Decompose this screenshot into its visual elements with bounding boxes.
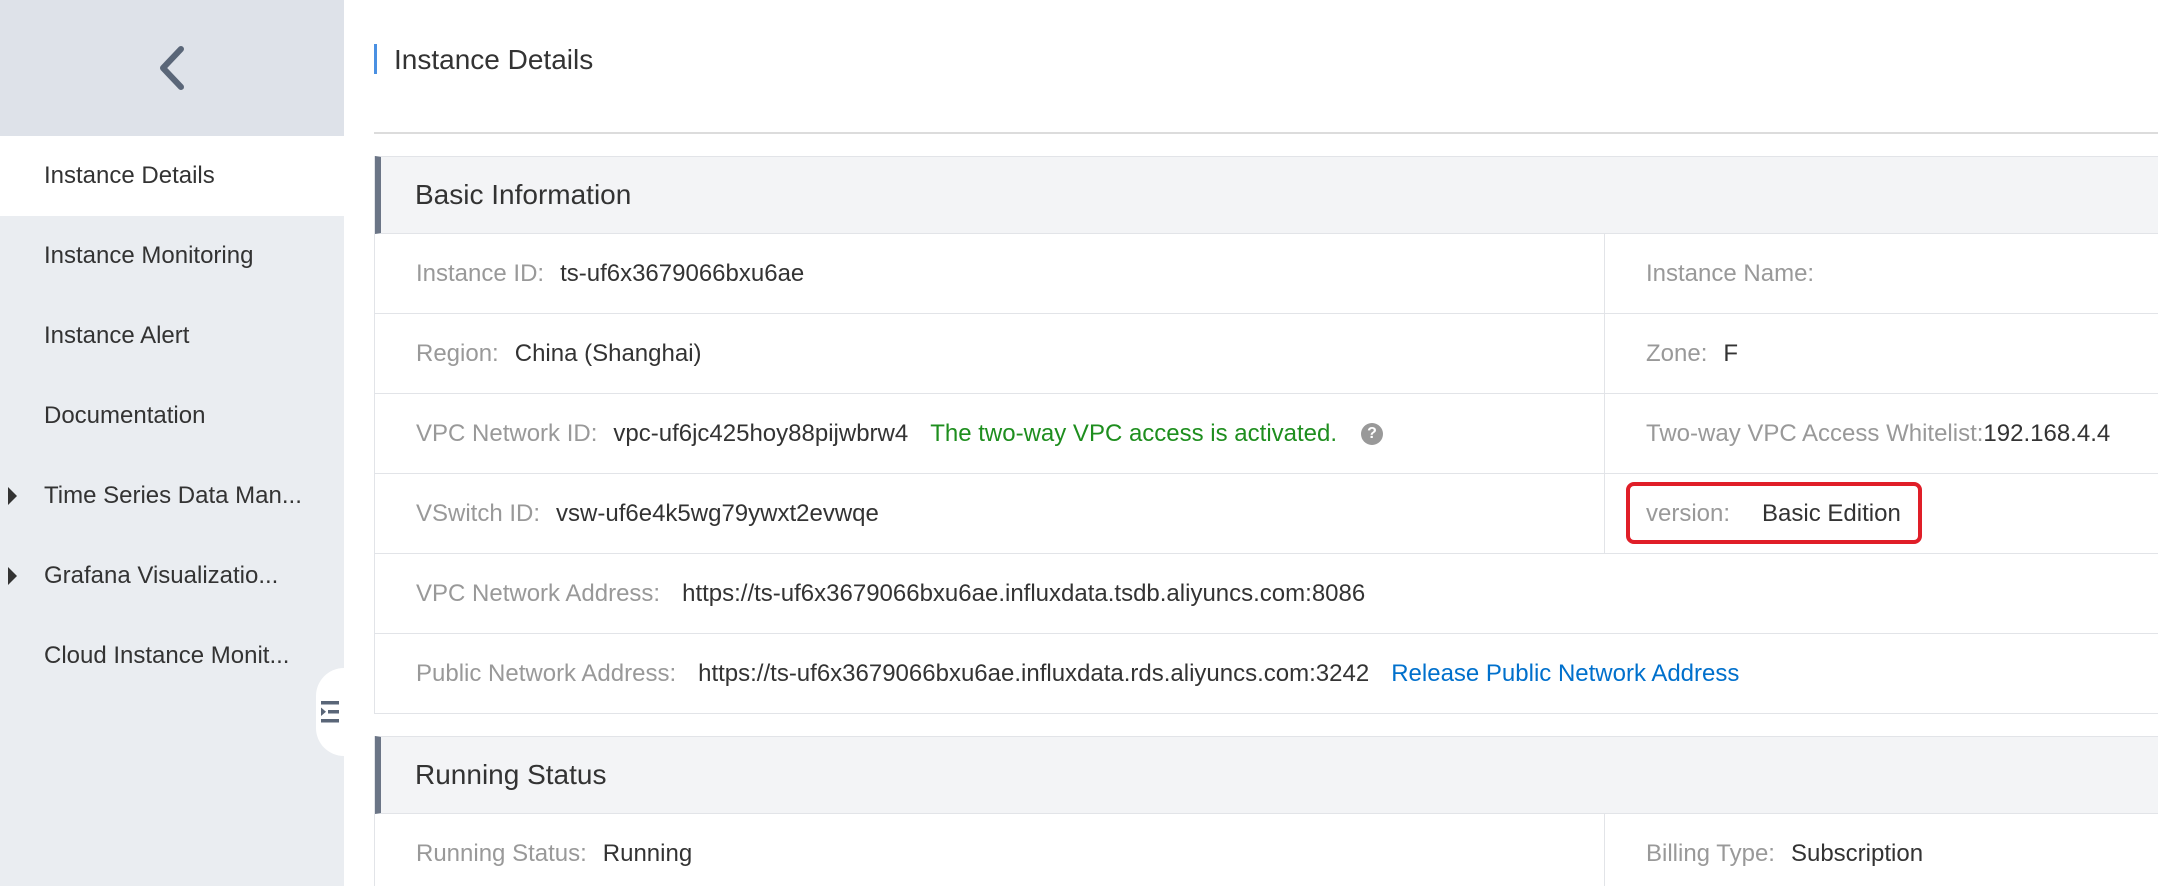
info-row: VSwitch ID: vsw-uf6e4k5wg79ywxt2evwqe ve… <box>375 474 2158 554</box>
sidebar-item-label: Instance Alert <box>44 322 190 349</box>
zone-value: F <box>1723 339 1739 367</box>
sidebar-item-documentation[interactable]: Documentation <box>0 376 344 456</box>
section-title: Basic Information <box>375 156 2158 234</box>
page-header: Instance Details <box>374 0 2158 134</box>
region-value: China (Shanghai) <box>514 339 702 367</box>
vpc-network-id-value: vpc-uf6jc425hoy88pijwbrw4 <box>613 419 909 447</box>
collapse-sidebar-button[interactable] <box>316 668 344 756</box>
running-status-section: Running Status Running Status: Running B… <box>374 736 2158 886</box>
instance-name-label: Instance Name: <box>1646 259 1815 287</box>
back-button[interactable] <box>0 0 344 136</box>
vpc-address-value: https://ts-uf6x3679066bxu6ae.influxdata.… <box>682 579 1366 607</box>
collapse-sidebar-icon <box>321 701 339 723</box>
basic-information-section: Basic Information Instance ID: ts-uf6x36… <box>374 156 2158 714</box>
running-status-label: Running Status: <box>416 839 587 867</box>
public-address-label: Public Network Address: <box>416 659 677 687</box>
version-highlight-box <box>1626 482 1922 544</box>
sidebar-item-label: Documentation <box>44 402 206 429</box>
info-row: Public Network Address: https://ts-uf6x3… <box>375 634 2158 714</box>
info-row: VPC Network ID: vpc-uf6jc425hoy88pijwbrw… <box>375 394 2158 474</box>
sidebar-item-instance-alert[interactable]: Instance Alert <box>0 296 344 376</box>
info-row: Running Status: Running Billing Type: Su… <box>375 814 2158 886</box>
sidebar-item-grafana[interactable]: Grafana Visualizatio... <box>0 536 344 616</box>
billing-type-label: Billing Type: <box>1646 839 1775 867</box>
sidebar-item-label: Grafana Visualizatio... <box>44 562 279 589</box>
public-address-value: https://ts-uf6x3679066bxu6ae.influxdata.… <box>698 659 1370 687</box>
info-row: Instance ID: ts-uf6x3679066bxu6ae Instan… <box>375 234 2158 314</box>
sidebar: Instance Details Instance Monitoring Ins… <box>0 0 344 886</box>
sidebar-item-instance-monitoring[interactable]: Instance Monitoring <box>0 216 344 296</box>
vpc-whitelist-value: 192.168.4.4 <box>1983 419 2111 447</box>
region-label: Region: <box>416 339 499 367</box>
sidebar-nav: Instance Details Instance Monitoring Ins… <box>0 136 344 696</box>
vpc-whitelist-label: Two-way VPC Access Whitelist: <box>1646 419 1984 447</box>
section-title: Running Status <box>375 736 2158 814</box>
running-status-value: Running <box>602 839 693 867</box>
sidebar-item-label: Time Series Data Man... <box>44 482 302 509</box>
sidebar-item-label: Instance Details <box>44 162 215 189</box>
chevron-left-icon <box>160 46 184 90</box>
page-title: Instance Details <box>394 44 594 75</box>
main-content: Instance Details Basic Information Insta… <box>374 0 2158 886</box>
sidebar-item-time-series-data[interactable]: Time Series Data Man... <box>0 456 344 536</box>
caret-right-icon[interactable] <box>8 487 17 505</box>
instance-id-label: Instance ID: <box>416 259 545 287</box>
vpc-access-status: The two-way VPC access is activated. <box>930 419 1338 447</box>
info-row: VPC Network Address: https://ts-uf6x3679… <box>375 554 2158 634</box>
caret-right-icon[interactable] <box>8 567 17 585</box>
billing-type-value: Subscription <box>1790 839 1924 867</box>
title-accent-bar <box>374 44 377 74</box>
zone-label: Zone: <box>1646 339 1708 367</box>
instance-id-value: ts-uf6x3679066bxu6ae <box>560 259 805 287</box>
release-public-address-link[interactable]: Release Public Network Address <box>1391 660 1739 688</box>
help-icon[interactable]: ? <box>1361 422 1384 445</box>
sidebar-item-label: Instance Monitoring <box>44 242 254 269</box>
info-row: Region: China (Shanghai) Zone: F <box>375 314 2158 394</box>
vpc-network-id-label: VPC Network ID: <box>416 419 598 447</box>
vpc-address-label: VPC Network Address: <box>416 579 661 607</box>
vswitch-id-label: VSwitch ID: <box>416 499 541 527</box>
sidebar-item-instance-details[interactable]: Instance Details <box>0 136 344 216</box>
sidebar-item-label: Cloud Instance Monit... <box>44 642 290 669</box>
sidebar-item-cloud-instance-monitor[interactable]: Cloud Instance Monit... <box>0 616 344 696</box>
vswitch-id-value: vsw-uf6e4k5wg79ywxt2evwqe <box>556 499 879 527</box>
